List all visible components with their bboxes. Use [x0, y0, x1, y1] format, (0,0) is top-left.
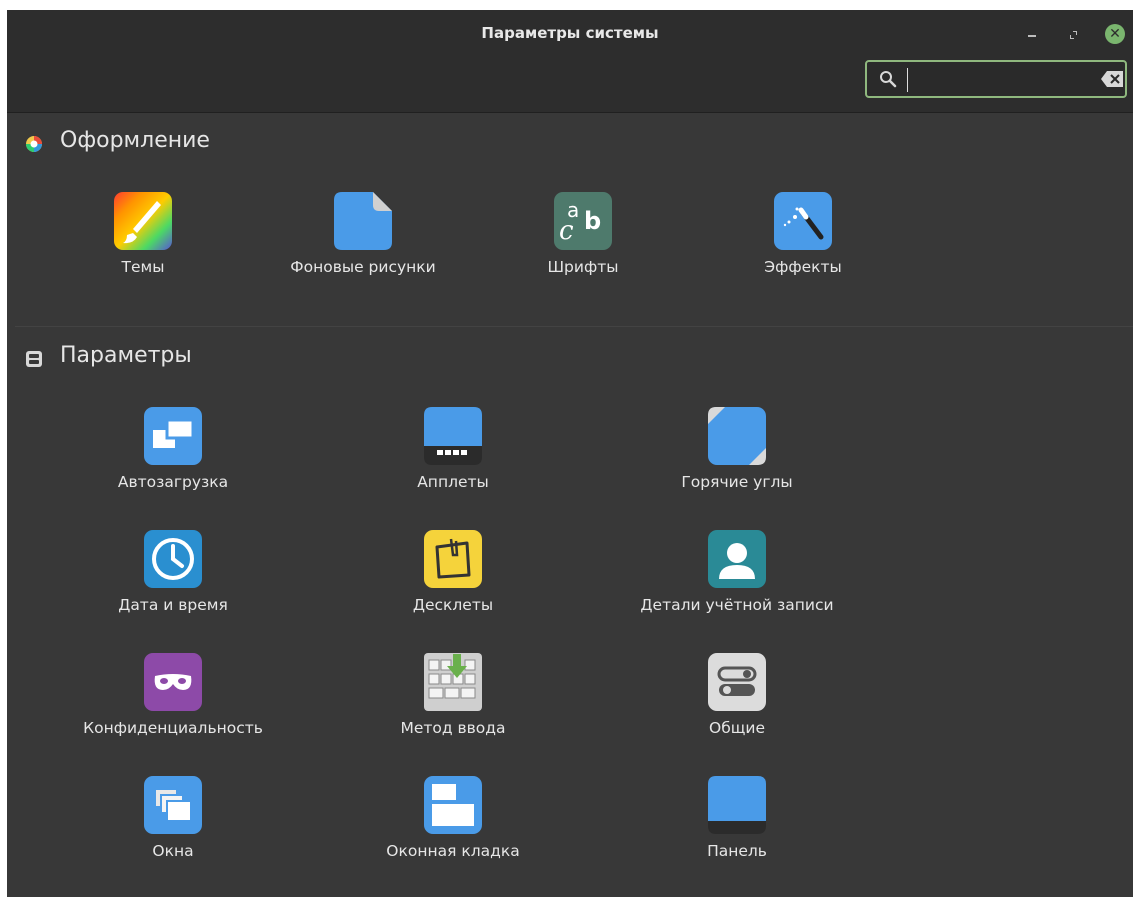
svg-text:c: c	[559, 216, 574, 246]
item-panel[interactable]: Панель	[627, 775, 847, 885]
minimize-button[interactable]	[1023, 24, 1043, 44]
mask-icon	[144, 653, 202, 711]
item-desklets[interactable]: Десклеты	[343, 529, 563, 639]
item-startup[interactable]: Автозагрузка	[63, 406, 283, 516]
search-input[interactable]	[907, 68, 1094, 92]
item-label: Окна	[152, 842, 194, 860]
titlebar: Параметры системы ✕	[7, 10, 1133, 113]
item-label: Метод ввода	[400, 719, 506, 737]
section-title-preferences: Параметры	[60, 343, 192, 368]
svg-text:b: b	[584, 207, 601, 235]
fonts-icon: a c b	[554, 192, 612, 250]
section-title-appearance: Оформление	[60, 128, 210, 153]
item-label: Детали учётной записи	[640, 596, 834, 614]
applets-icon	[424, 407, 482, 465]
clear-search-icon[interactable]	[1101, 71, 1123, 87]
user-icon	[708, 530, 766, 588]
themes-icon	[114, 192, 172, 250]
item-label: Дата и время	[118, 596, 228, 614]
search-box[interactable]	[865, 60, 1127, 98]
item-windows[interactable]: Окна	[63, 775, 283, 885]
item-label: Автозагрузка	[117, 473, 229, 491]
item-label: Десклеты	[412, 596, 494, 614]
maximize-button[interactable]	[1065, 24, 1085, 44]
section-divider	[15, 326, 1133, 327]
item-account-details[interactable]: Детали учётной записи	[627, 529, 847, 639]
item-date-time[interactable]: Дата и время	[63, 529, 283, 639]
item-hot-corners[interactable]: Горячие углы	[627, 406, 847, 516]
item-fonts[interactable]: a c b Шрифты	[473, 191, 693, 301]
item-general[interactable]: Общие	[627, 652, 847, 762]
close-button[interactable]: ✕	[1105, 24, 1125, 44]
appearance-icon	[26, 136, 42, 152]
section-header-preferences: Параметры	[25, 343, 325, 373]
item-label: Панель	[707, 842, 767, 860]
search-icon	[880, 71, 897, 88]
item-label: Горячие углы	[681, 473, 793, 491]
hot-corners-icon	[708, 407, 766, 465]
toggles-icon	[708, 653, 766, 711]
item-label: Общие	[709, 719, 765, 737]
item-label: Оконная кладка	[386, 842, 520, 860]
settings-window: Параметры системы ✕ Оформление Темы Фоно…	[7, 10, 1133, 897]
keyboard-icon	[424, 653, 482, 711]
windows-icon	[144, 776, 202, 834]
preferences-icon	[26, 351, 42, 367]
section-header-appearance: Оформление	[25, 128, 325, 158]
item-input-method[interactable]: Метод ввода	[343, 652, 563, 762]
effects-icon	[774, 192, 832, 250]
item-effects[interactable]: Эффекты	[693, 191, 913, 301]
item-label: Эффекты	[764, 258, 842, 276]
window-title: Параметры системы	[481, 24, 659, 42]
item-themes[interactable]: Темы	[33, 191, 253, 301]
desklets-icon	[424, 530, 482, 588]
backgrounds-icon	[334, 192, 392, 250]
item-privacy[interactable]: Конфиденциальность	[63, 652, 283, 762]
item-label: Апплеты	[417, 473, 489, 491]
item-applets[interactable]: Апплеты	[343, 406, 563, 516]
window-tiling-icon	[424, 776, 482, 834]
startup-icon	[144, 407, 202, 465]
item-window-tiling[interactable]: Оконная кладка	[343, 775, 563, 885]
item-backgrounds[interactable]: Фоновые рисунки	[253, 191, 473, 301]
clock-icon	[144, 530, 202, 588]
item-label: Конфиденциальность	[83, 719, 263, 737]
panel-icon	[708, 776, 766, 834]
